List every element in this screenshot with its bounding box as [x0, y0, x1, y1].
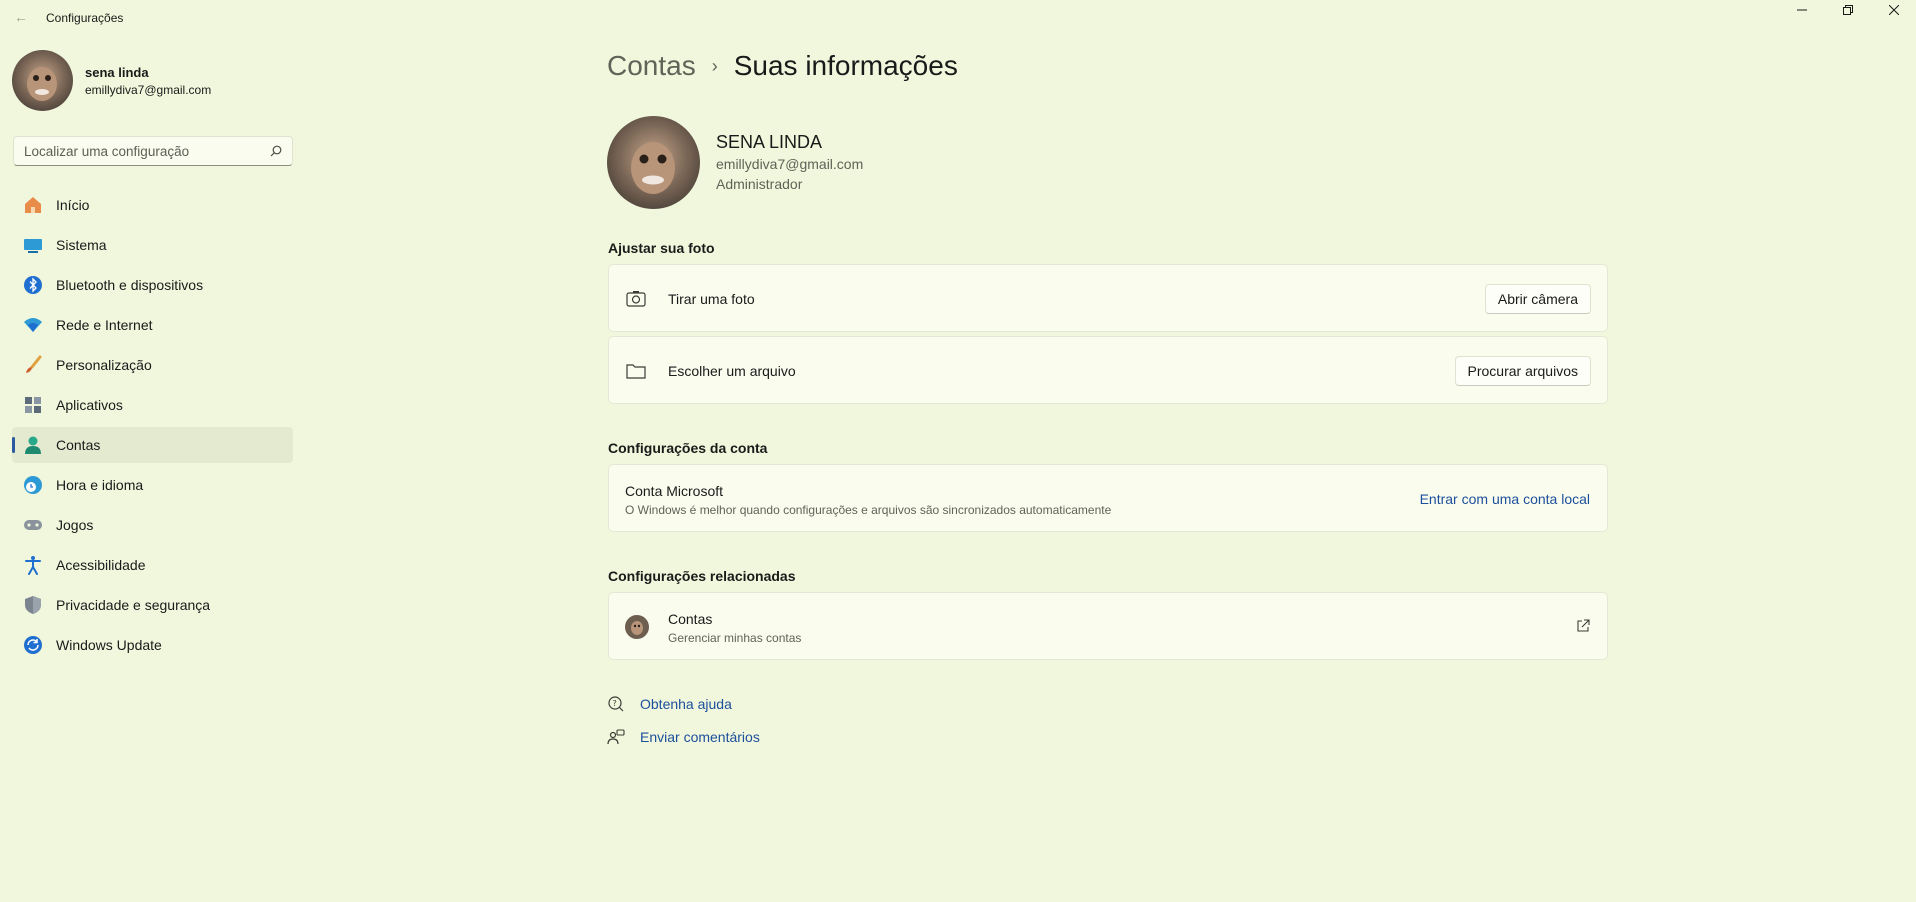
avatar: [12, 50, 73, 111]
microsoft-account-title: Conta Microsoft: [625, 483, 724, 499]
sidebar-profile[interactable]: sena linda emillydiva7@gmail.com: [12, 50, 292, 112]
related-accounts-title: Contas: [668, 611, 713, 627]
app-title: Configurações: [46, 11, 124, 25]
title-bar: ← Configurações: [0, 0, 1916, 34]
system-icon: [23, 235, 43, 255]
sidebar-item-windows-update[interactable]: Windows Update: [12, 627, 293, 663]
sidebar-item-label: Acessibilidade: [56, 557, 146, 573]
send-feedback-label: Enviar comentários: [640, 729, 760, 745]
sidebar-item-label: Jogos: [56, 517, 94, 533]
bluetooth-icon: [23, 275, 43, 295]
folder-icon: [626, 364, 646, 379]
sidebar-item-privacidade[interactable]: Privacidade e segurança: [12, 587, 293, 623]
user-email: emillydiva7@gmail.com: [716, 156, 864, 172]
sidebar-item-hora[interactable]: Hora e idioma: [12, 467, 293, 503]
camera-icon: [626, 291, 646, 307]
apps-icon: [23, 395, 43, 415]
sidebar-item-bluetooth[interactable]: Bluetooth e dispositivos: [12, 267, 293, 303]
choose-file-card: Escolher um arquivo Procurar arquivos: [608, 336, 1608, 404]
accessibility-icon: [23, 555, 43, 575]
globe-clock-icon: [23, 475, 43, 495]
sidebar-item-acessibilidade[interactable]: Acessibilidade: [12, 547, 293, 583]
search-icon[interactable]: [270, 145, 282, 157]
user-name: SENA LINDA: [716, 132, 823, 152]
sidebar-item-aplicativos[interactable]: Aplicativos: [12, 387, 293, 423]
sidebar-item-label: Início: [56, 197, 90, 213]
sidebar-item-contas[interactable]: Contas: [12, 427, 293, 463]
breadcrumb-separator: ›: [711, 55, 718, 76]
wifi-icon: [23, 315, 43, 335]
breadcrumb: Contas › Suas informações: [607, 50, 958, 82]
send-feedback-link[interactable]: Enviar comentários: [607, 728, 760, 746]
feedback-icon: [607, 729, 625, 745]
accounts-avatar-icon: [625, 615, 649, 639]
sidebar-item-label: Personalização: [56, 357, 152, 373]
breadcrumb-parent[interactable]: Contas: [607, 50, 696, 82]
sidebar-item-label: Windows Update: [56, 637, 162, 653]
section-title-related: Configurações relacionadas: [608, 568, 796, 584]
open-camera-button[interactable]: Abrir câmera: [1484, 284, 1591, 314]
minimize-icon: [1797, 9, 1807, 11]
sidebar-item-label: Bluetooth e dispositivos: [56, 277, 204, 293]
gamepad-icon: [23, 515, 43, 535]
page-title: Suas informações: [733, 50, 958, 81]
sidebar-nav: Início Sistema Bluetooth e dispositivos …: [12, 187, 293, 667]
take-photo-card: Tirar uma foto Abrir câmera: [608, 264, 1608, 332]
close-icon: [1889, 5, 1899, 15]
minimize-button[interactable]: [1779, 0, 1825, 20]
close-button[interactable]: [1871, 0, 1916, 20]
home-icon: [23, 195, 43, 215]
take-photo-label: Tirar uma foto: [668, 291, 755, 307]
sidebar-item-personalizacao[interactable]: Personalização: [12, 347, 293, 383]
related-accounts-card[interactable]: Contas Gerenciar minhas contas: [608, 592, 1608, 660]
section-title-photo: Ajustar sua foto: [608, 240, 715, 256]
search-input[interactable]: [24, 137, 264, 165]
choose-file-label: Escolher um arquivo: [668, 363, 796, 379]
get-help-link[interactable]: ? Obtenha ajuda: [607, 695, 732, 713]
person-icon: [23, 435, 43, 455]
sidebar-item-label: Aplicativos: [56, 397, 123, 413]
restore-button[interactable]: [1825, 0, 1871, 20]
browse-files-button[interactable]: Procurar arquivos: [1454, 356, 1591, 386]
profile-name: sena linda: [85, 65, 149, 80]
sidebar-item-label: Sistema: [56, 237, 107, 253]
sidebar-item-jogos[interactable]: Jogos: [12, 507, 293, 543]
sidebar-item-label: Contas: [56, 437, 101, 453]
restore-icon: [1843, 5, 1853, 15]
brush-icon: [23, 355, 43, 375]
svg-text:?: ?: [613, 699, 617, 708]
local-account-link[interactable]: Entrar com uma conta local: [1420, 491, 1590, 507]
external-link-icon: [1577, 619, 1590, 632]
sidebar-item-label: Privacidade e segurança: [56, 597, 211, 613]
sidebar-item-label: Rede e Internet: [56, 317, 153, 333]
microsoft-account-subtitle: O Windows é melhor quando configurações …: [625, 503, 1112, 517]
back-arrow-icon[interactable]: ←: [12, 8, 30, 26]
related-accounts-subtitle: Gerenciar minhas contas: [668, 631, 802, 645]
user-role: Administrador: [716, 176, 803, 192]
get-help-label: Obtenha ajuda: [640, 696, 732, 712]
microsoft-account-card: Conta Microsoft O Windows é melhor quand…: [608, 464, 1608, 532]
sidebar-item-sistema[interactable]: Sistema: [12, 227, 293, 263]
help-chat-icon: ?: [608, 696, 624, 712]
shield-icon: [23, 595, 43, 615]
sidebar-item-rede[interactable]: Rede e Internet: [12, 307, 293, 343]
section-title-account: Configurações da conta: [608, 440, 768, 456]
user-avatar: [607, 116, 700, 209]
update-icon: [23, 635, 43, 655]
sidebar-item-inicio[interactable]: Início: [12, 187, 293, 223]
sidebar-item-label: Hora e idioma: [56, 477, 144, 493]
profile-email: emillydiva7@gmail.com: [85, 83, 212, 97]
search-box: [13, 136, 293, 166]
